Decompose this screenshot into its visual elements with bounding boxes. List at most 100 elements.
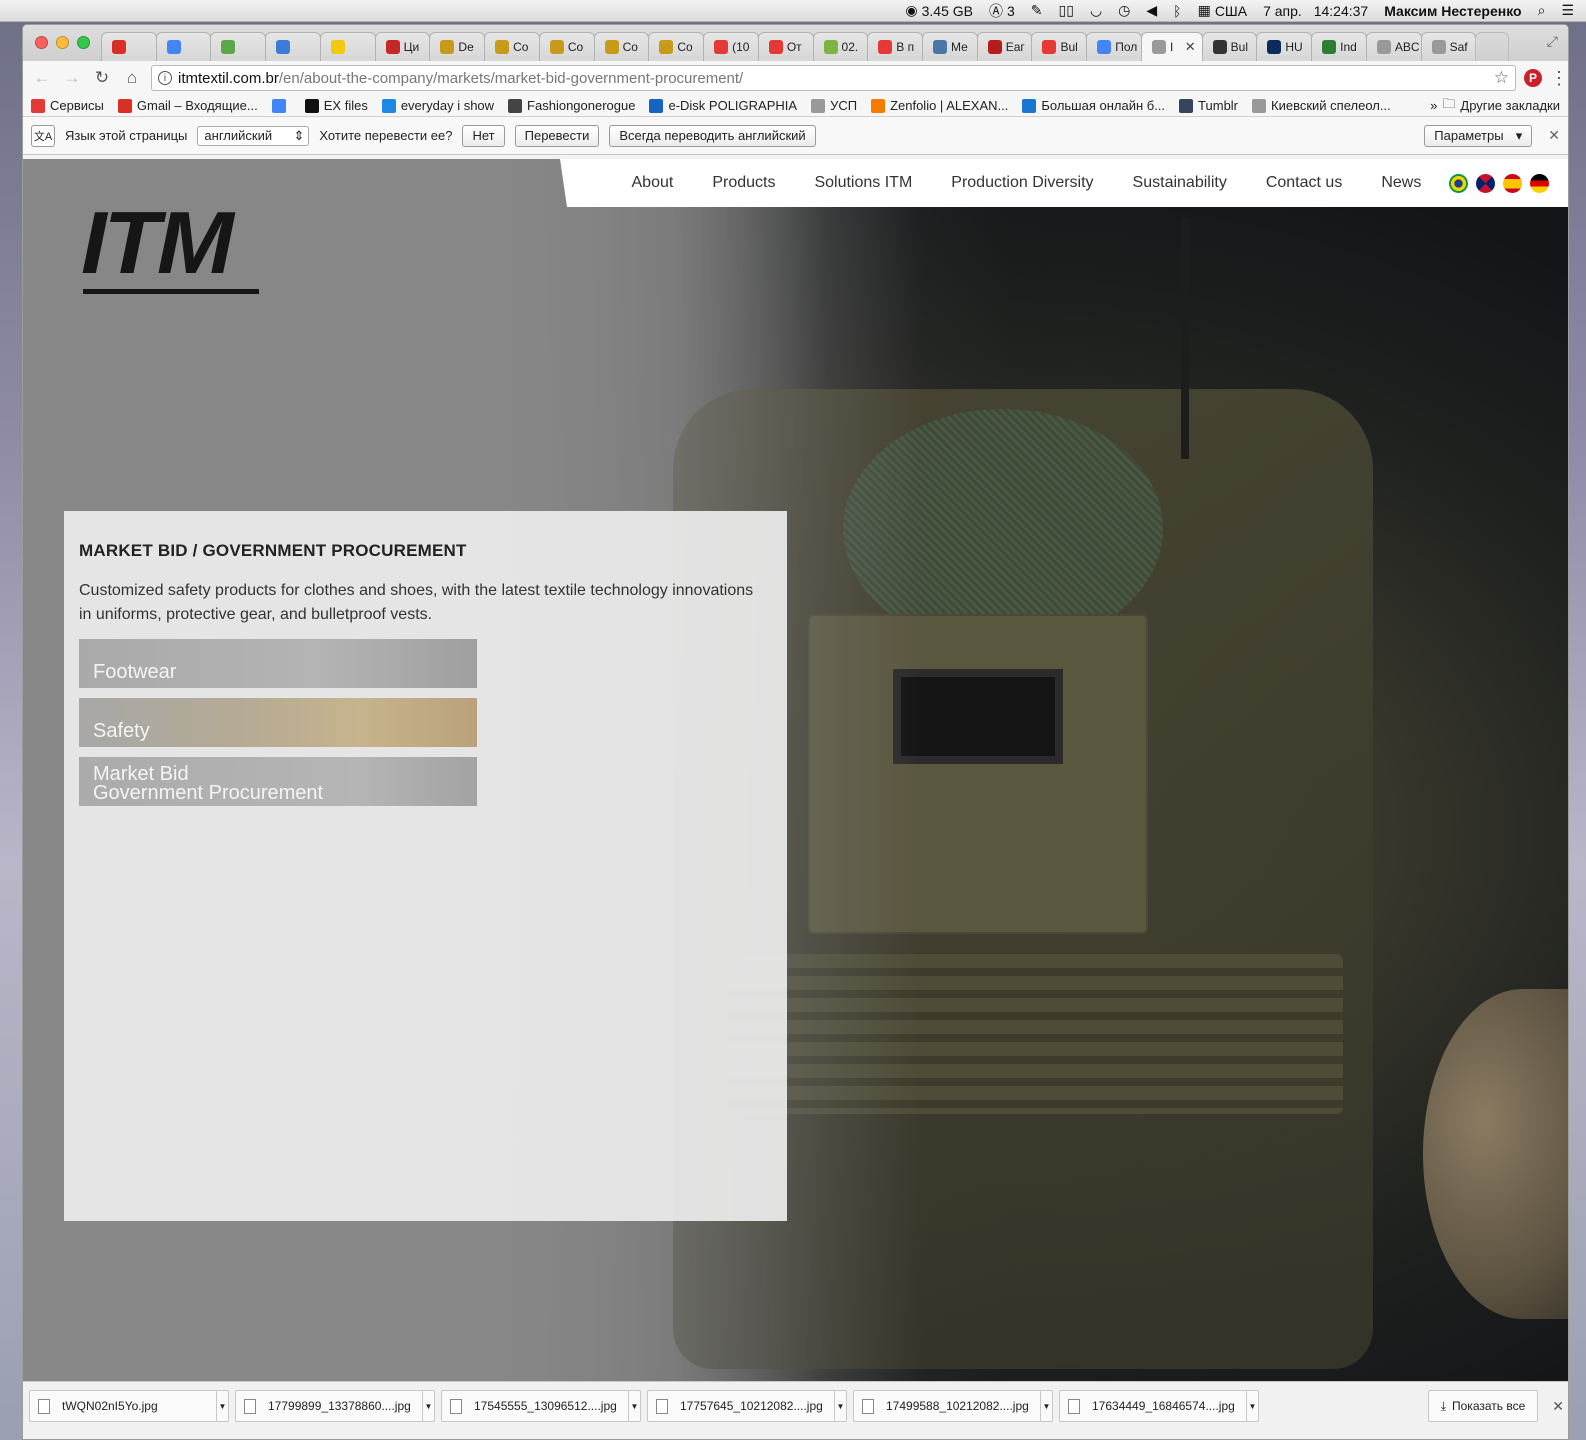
tab-18[interactable]: Пол <box>1086 32 1142 61</box>
nav-link-about[interactable]: About <box>612 174 693 192</box>
flag-spain-icon[interactable] <box>1502 173 1522 193</box>
tab-17[interactable]: Bul <box>1031 32 1088 61</box>
bookmark-item[interactable]: everyday i show <box>381 98 494 113</box>
always-translate-button[interactable]: Всегда переводить английский <box>609 124 816 147</box>
download-item[interactable]: 17499588_10212082....jpg ▼ <box>853 1390 1053 1422</box>
tab-0[interactable] <box>101 32 157 61</box>
bookmark-item[interactable]: Zenfolio | ALEXAN... <box>871 98 1008 113</box>
bookmark-star-icon[interactable]: ☆ <box>1494 68 1509 88</box>
reload-button[interactable]: ↻ <box>91 67 113 89</box>
back-button[interactable]: ← <box>31 67 53 89</box>
site-info-icon[interactable]: i <box>158 71 172 85</box>
download-menu-icon[interactable]: ▼ <box>1040 1391 1052 1421</box>
nav-link-production-diversity[interactable]: Production Diversity <box>932 174 1113 192</box>
tab-4[interactable] <box>319 32 376 61</box>
tab-24[interactable]: Saf <box>1420 32 1477 61</box>
translate-options-button[interactable]: Параметры ▾ <box>1424 124 1533 147</box>
bookmark-item[interactable]: Большая онлайн б... <box>1022 98 1165 113</box>
tab-11[interactable]: (10 <box>703 32 759 61</box>
tab-22[interactable]: Ind <box>1311 32 1367 61</box>
category-footwear[interactable]: Footwear <box>79 639 477 688</box>
tab-1[interactable] <box>155 32 212 61</box>
tab-9[interactable]: Со <box>593 32 650 61</box>
spotlight-icon[interactable]: ⌕ <box>1538 2 1546 19</box>
tools-icon[interactable]: ✎ <box>1031 2 1043 19</box>
bookmark-item[interactable]: Сервисы <box>31 98 104 113</box>
user-name[interactable]: Максим Нестеренко <box>1384 3 1521 19</box>
tab-6[interactable]: Dе <box>429 32 486 61</box>
show-all-downloads-button[interactable]: ⤓ Показать все <box>1427 1390 1539 1422</box>
download-menu-icon[interactable]: ▼ <box>422 1391 434 1421</box>
bookmark-item[interactable]: Fashiongonerogue <box>508 98 635 113</box>
nav-link-contact-us[interactable]: Contact us <box>1246 174 1361 192</box>
download-item[interactable]: 17634449_16846574....jpg ▼ <box>1059 1390 1259 1422</box>
flag-germany-icon[interactable] <box>1529 173 1549 193</box>
download-item[interactable]: 17757645_10212082....jpg ▼ <box>647 1390 847 1422</box>
nav-link-news[interactable]: News <box>1362 174 1441 192</box>
nav-link-sustainability[interactable]: Sustainability <box>1113 174 1246 192</box>
bookmark-item[interactable]: Gmail – Входящие... <box>117 98 258 113</box>
tab-3[interactable] <box>265 32 321 61</box>
download-menu-icon[interactable]: ▼ <box>216 1391 228 1421</box>
input-source[interactable]: ▦ США <box>1198 2 1248 19</box>
bookmark-item[interactable]: Tumblr <box>1179 98 1238 113</box>
pinterest-extension-icon[interactable]: P <box>1524 69 1542 87</box>
other-bookmarks-folder[interactable]: » 🗀 Другие закладки <box>1430 95 1560 116</box>
bookmark-item[interactable] <box>271 98 291 113</box>
bookmark-item[interactable]: e-Disk POLIGRAPHIA <box>649 98 797 113</box>
tab-21[interactable]: HU <box>1256 32 1313 61</box>
close-downloads-icon[interactable]: ✕ <box>1552 1398 1564 1415</box>
tab-close-icon[interactable]: ✕ <box>1185 39 1196 55</box>
address-bar[interactable]: i itmtextil.com.br/en/about-the-company/… <box>151 65 1516 91</box>
tab-8[interactable]: Со <box>538 32 595 61</box>
nav-link-solutions-itm[interactable]: Solutions ITM <box>795 174 932 192</box>
flag-brazil-icon[interactable] <box>1448 173 1468 193</box>
language-select[interactable]: английский ⇕ <box>197 125 310 146</box>
tab-20[interactable]: Bul <box>1201 32 1258 61</box>
tab-10[interactable]: Со <box>648 32 705 61</box>
category-market-bid[interactable]: Market Bid Government Procurement <box>79 757 477 806</box>
tab-19[interactable]: I ✕ <box>1140 32 1203 61</box>
tab-15[interactable]: Ме <box>922 32 978 61</box>
clock[interactable]: 7 апр. 14:24:37 <box>1263 3 1368 19</box>
maximize-window-button[interactable] <box>77 36 90 49</box>
nav-link-products[interactable]: Products <box>693 174 795 192</box>
minimize-window-button[interactable] <box>56 36 69 49</box>
browser-menu-icon[interactable]: ⋮ <box>1550 68 1568 89</box>
bookmark-item[interactable]: Киевский спелеол... <box>1252 98 1391 113</box>
notification-center-icon[interactable]: ☰ <box>1561 2 1574 19</box>
tab-5[interactable]: Ци <box>374 32 431 61</box>
no-button[interactable]: Нет <box>462 124 505 147</box>
flag-uk-icon[interactable] <box>1475 173 1495 193</box>
tab-2[interactable] <box>210 32 267 61</box>
download-item[interactable]: 17799899_13378860....jpg ▼ <box>235 1390 435 1422</box>
close-translate-bar-icon[interactable]: ✕ <box>1548 127 1560 144</box>
adobe-status[interactable]: Ⓐ 3 <box>989 1 1015 21</box>
timemachine-icon[interactable]: ◷ <box>1118 2 1130 19</box>
close-window-button[interactable] <box>35 36 48 49</box>
bookmark-item[interactable]: EX files <box>304 98 368 113</box>
bookmark-item[interactable]: УСП <box>811 98 857 113</box>
category-safety[interactable]: Safety <box>79 698 477 747</box>
site-logo[interactable]: ITM <box>81 199 261 294</box>
fullscreen-icon[interactable]: ⤢ <box>1547 33 1558 50</box>
download-menu-icon[interactable]: ▼ <box>628 1391 640 1421</box>
bluetooth-icon[interactable]: ᛒ <box>1173 3 1181 19</box>
new-tab-button[interactable] <box>1475 32 1510 61</box>
tab-7[interactable]: Со <box>484 32 540 61</box>
tab-12[interactable]: От <box>757 32 814 61</box>
tab-16[interactable]: Еаг <box>976 32 1033 61</box>
home-button[interactable]: ⌂ <box>121 67 143 89</box>
download-item[interactable]: 17545555_13096512....jpg ▼ <box>441 1390 641 1422</box>
split-icon[interactable]: ▯▯ <box>1059 2 1074 19</box>
tab-13[interactable]: 02. <box>812 32 869 61</box>
download-menu-icon[interactable]: ▼ <box>1246 1391 1258 1421</box>
tab-23[interactable]: ABC <box>1365 32 1422 61</box>
forward-button[interactable]: → <box>61 67 83 89</box>
tab-14[interactable]: В п <box>867 32 924 61</box>
download-menu-icon[interactable]: ▼ <box>834 1391 846 1421</box>
wifi-icon[interactable]: ◡ <box>1090 2 1102 19</box>
translate-button[interactable]: Перевести <box>514 124 600 147</box>
disk-status[interactable]: ◉ 3.45 GB <box>905 2 973 19</box>
download-item[interactable]: tWQN02nI5Yo.jpg ▼ <box>29 1390 229 1422</box>
